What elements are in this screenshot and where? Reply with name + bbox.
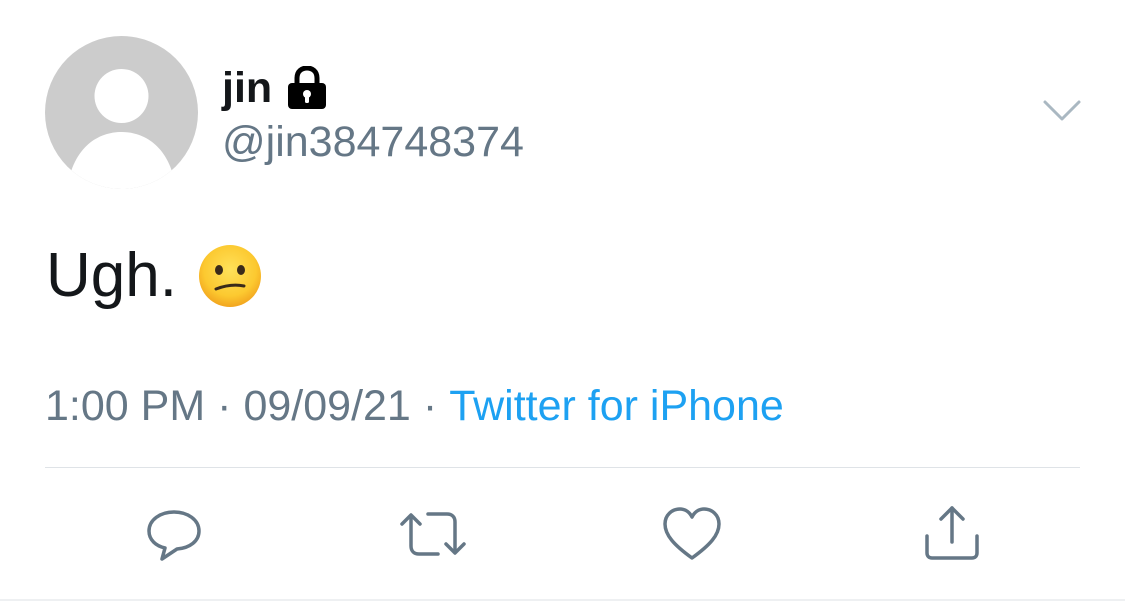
author-handle[interactable]: @jin384748374: [222, 116, 524, 168]
default-avatar-icon: [67, 69, 176, 189]
retweet-icon: [400, 512, 466, 556]
confused-face-emoji-icon: [197, 243, 263, 309]
avatar[interactable]: [45, 36, 198, 189]
tweet-text-content: Ugh.: [46, 241, 177, 310]
like-button[interactable]: [662, 504, 722, 564]
meta-separator: ·: [422, 382, 438, 430]
display-name[interactable]: jin: [222, 62, 272, 114]
reply-icon: [147, 510, 201, 561]
share-button[interactable]: [922, 504, 982, 564]
tweet-time[interactable]: 1:00 PM: [45, 382, 205, 430]
heart-icon: [663, 507, 721, 560]
author-name-row[interactable]: jin: [222, 62, 328, 114]
tweet-source-link[interactable]: Twitter for iPhone: [449, 382, 784, 430]
tweet-detail: jin @jin384748374 Ugh. 1:00 PM · 09/09/2…: [0, 0, 1125, 601]
reply-button[interactable]: [144, 504, 204, 564]
retweet-button[interactable]: [400, 504, 466, 564]
chevron-down-icon[interactable]: [1042, 98, 1082, 124]
meta-separator: ·: [217, 382, 232, 430]
tweet-text: Ugh.: [46, 238, 263, 314]
share-icon: [925, 506, 979, 560]
lock-icon: [286, 65, 328, 110]
divider: [45, 467, 1080, 468]
tweet-meta: 1:00 PM · 09/09/21 · Twitter for iPhone: [45, 380, 784, 432]
tweet-date[interactable]: 09/09/21: [243, 382, 410, 430]
